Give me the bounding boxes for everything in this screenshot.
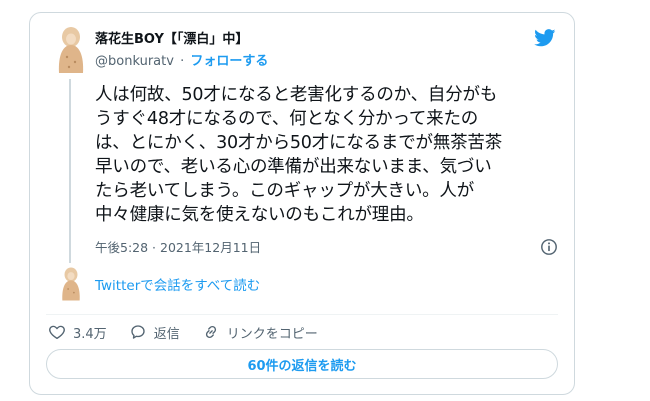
info-icon[interactable] [540, 238, 558, 256]
tweet-timestamp[interactable]: 午後5:28 · 2021年12月11日 [95, 237, 261, 256]
read-conversation-link[interactable]: Twitterで会話をすべて読む [95, 274, 260, 294]
avatar-icon[interactable] [54, 25, 88, 75]
like-count: 3.4万 [73, 326, 107, 342]
read-replies-button[interactable]: 60件の返信を読む [46, 349, 558, 379]
author-handle[interactable]: @bonkuratv [95, 54, 174, 69]
separator-dot: · [180, 54, 185, 69]
tweet-text: 人は何故、50才になると老害化するのか、自分がも うすぐ48才になるので、何とな… [95, 85, 503, 225]
action-bar: 3.4万 返信 リンクをコピー [48, 319, 340, 345]
link-icon [205, 325, 216, 339]
twitter-bird-icon[interactable] [534, 29, 556, 47]
follow-button[interactable]: フォローする [190, 54, 268, 69]
tweet-card: 落花生BOY【「漂白」中】 @bonkuratv · フォローする 人は何故、5… [29, 12, 575, 395]
author-name[interactable]: 落花生BOY【「漂白」中】 [95, 28, 248, 47]
divider [46, 314, 558, 315]
reply-label: 返信 [153, 326, 180, 342]
heart-icon [49, 325, 65, 340]
like-button[interactable]: 3.4万 [48, 323, 107, 342]
copy-link-label: リンクをコピー [226, 326, 318, 342]
author-handle-row: @bonkuratv · フォローする [95, 50, 268, 69]
thread-line [69, 79, 71, 263]
reply-icon [131, 325, 145, 339]
avatar-icon[interactable] [57, 266, 85, 302]
reply-button[interactable]: 返信 [129, 323, 180, 342]
copy-link-button[interactable]: リンクをコピー [202, 323, 318, 342]
